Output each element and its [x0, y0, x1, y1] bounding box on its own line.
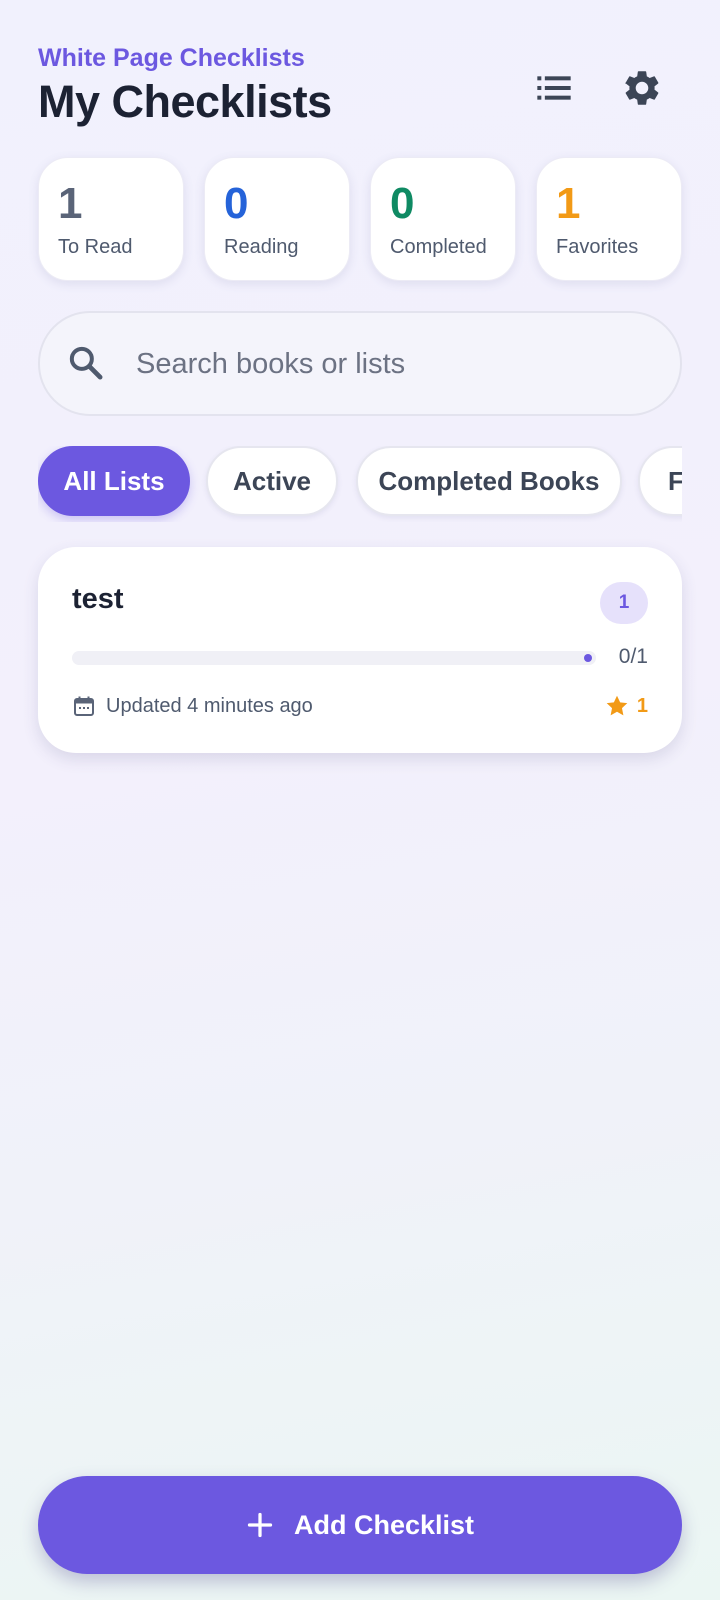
updated-timestamp: Updated 4 minutes ago: [106, 695, 313, 717]
add-checklist-button[interactable]: Add Checklist: [38, 1476, 682, 1574]
filter-chip-all-lists[interactable]: All Lists: [38, 446, 190, 516]
progress-text: 0/1: [618, 645, 648, 668]
checklist-card[interactable]: test 1 0/1 Updated 4 minutes ago 1: [38, 547, 682, 753]
checklist-count-badge: 1: [600, 582, 648, 624]
star-icon: [606, 695, 628, 716]
stat-card-to-read[interactable]: 1 To Read: [38, 157, 184, 281]
stat-card-completed[interactable]: 0 Completed: [370, 157, 516, 281]
filter-chips: All Lists Active Completed Books F: [38, 446, 682, 522]
add-checklist-label: Add Checklist: [293, 1509, 475, 1540]
filter-chip-favorites[interactable]: F: [638, 446, 682, 516]
stat-label: Favorites: [556, 236, 639, 258]
stat-card-reading[interactable]: 0 Reading: [204, 157, 350, 281]
list-icon: [537, 76, 571, 100]
stat-value: 0: [390, 179, 415, 228]
stat-value: 0: [224, 179, 249, 228]
settings-button[interactable]: [610, 56, 674, 120]
list-view-button[interactable]: [522, 56, 586, 120]
calendar-icon: [74, 696, 94, 716]
search-icon: [69, 346, 103, 380]
stat-value: 1: [556, 179, 581, 228]
plus-icon: [246, 1511, 274, 1539]
stat-value: 1: [58, 179, 83, 228]
search-bar[interactable]: [38, 311, 682, 416]
checklist-title: test: [72, 583, 124, 615]
stats-row: 1 To Read 0 Reading 0 Completed 1 Favori…: [38, 157, 682, 281]
stat-label: To Read: [58, 236, 133, 258]
gear-icon: [625, 71, 659, 105]
favorite-count: 1: [636, 695, 648, 717]
search-input[interactable]: [136, 335, 656, 393]
page-title: My Checklists: [38, 76, 332, 127]
filter-chip-completed-books[interactable]: Completed Books: [356, 446, 622, 516]
app-name: White Page Checklists: [38, 44, 305, 72]
progress-indicator: [584, 654, 592, 662]
stat-label: Reading: [224, 236, 299, 258]
progress-bar: [72, 651, 596, 665]
stat-label: Completed: [390, 236, 487, 258]
filter-chip-active[interactable]: Active: [206, 446, 338, 516]
stat-card-favorites[interactable]: 1 Favorites: [536, 157, 682, 281]
